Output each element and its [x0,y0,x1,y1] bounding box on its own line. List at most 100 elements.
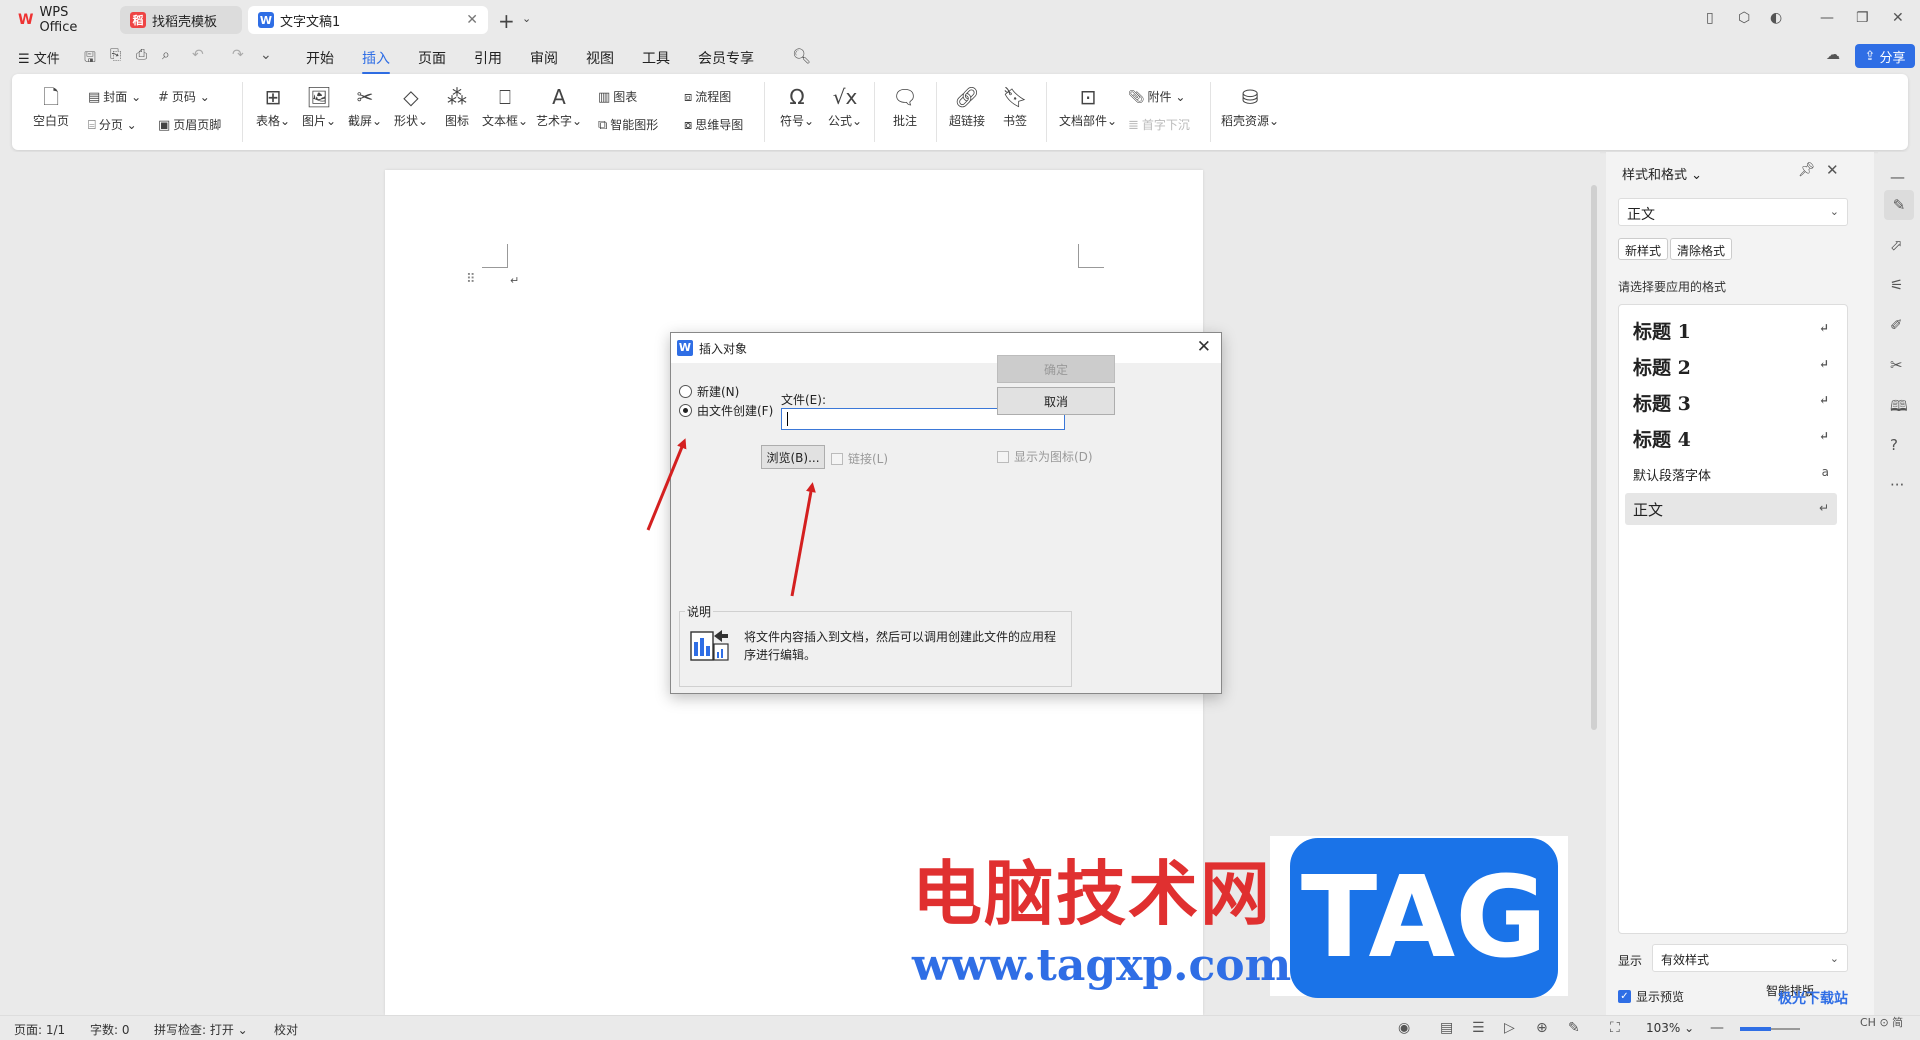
spell-check[interactable]: 拼写检查: 打开 ⌄ [154,1021,248,1038]
help-icon[interactable]: ? [1890,436,1898,454]
page-view-icon[interactable]: ▤ [1440,1020,1453,1036]
share-button[interactable]: ⇪ 分享 [1855,44,1915,68]
icon-button[interactable]: ⁂ 图标 [432,84,482,129]
pen-icon[interactable]: ✎ [1884,190,1914,220]
edit-doc-icon[interactable]: ✐ [1890,316,1903,334]
close-icon[interactable]: ✕ [1826,161,1839,179]
mindmap-button[interactable]: ⧇ 思维导图 [684,116,743,133]
symbol-button[interactable]: Ω 符号⌄ [772,84,822,129]
redo-icon[interactable]: ↷ [232,47,244,63]
list-item[interactable]: 标题 1 ↵ [1625,313,1837,345]
textbox-button[interactable]: ⎕ 文本框⌄ [480,84,530,129]
minimize-icon[interactable]: — [1820,10,1834,26]
hyperlink-button[interactable]: 🔗︎ 超链接 [942,84,992,129]
tab-insert[interactable]: 插入 [362,48,390,74]
blank-page-button[interactable]: 🗋 空白页 [26,84,76,129]
tab-view[interactable]: 视图 [586,48,614,68]
word-count[interactable]: 字数: 0 [90,1021,130,1038]
print-preview-icon[interactable]: ⌕ [162,47,170,63]
save-icon[interactable]: 🖫 [84,47,96,71]
fit-icon[interactable]: ⛶ [1610,1020,1620,1036]
search-icon[interactable]: 🔍︎ [792,47,811,65]
file-menu[interactable]: ☰ 文件 [18,48,60,67]
outline-icon[interactable]: ☰ [1472,1020,1485,1036]
list-item[interactable]: 标题 4 ↵ [1625,421,1837,453]
bookmark-button[interactable]: 🔖︎ 书签 [990,84,1040,129]
zoom-level[interactable]: 103% ⌄ [1646,1021,1694,1035]
smart-graphic-button[interactable]: ⧉ 智能图形 [598,116,658,133]
attachment-button[interactable]: 📎︎ 附件 ⌄ [1128,88,1185,105]
show-style-select[interactable]: 有效样式 ⌄ [1652,944,1848,972]
doc-parts-button[interactable]: ⊡ 文档部件⌄ [1058,84,1118,129]
tab-document[interactable]: W 文字文稿1 ✕ [248,6,488,34]
header-footer-button[interactable]: ▣ 页眉页脚 [158,116,221,133]
book-icon[interactable]: 🕮︎ [1890,396,1908,421]
zoom-slider[interactable] [1740,1027,1800,1031]
radio-create-new[interactable]: 新建(N) [679,383,739,400]
customize-chevron-icon[interactable]: ⌄ [260,47,272,63]
drag-handle-icon[interactable]: ⠿ [466,272,475,287]
chevron-down-icon[interactable]: ⌄ [522,12,531,25]
web-view-icon[interactable]: ⊕ [1536,1020,1548,1036]
list-item[interactable]: 正文 ↵ [1625,493,1837,525]
page-count[interactable]: 页面: 1/1 [14,1021,65,1038]
show-preview-checkbox[interactable]: ✓ 显示预览 [1618,988,1684,1005]
resources-button[interactable]: ⛁ 稻壳资源⌄ [1218,84,1282,129]
current-style-select[interactable]: 正文 ⌄ [1618,198,1848,226]
screenshot-button[interactable]: ✂ 截屏⌄ [340,84,390,129]
tab-member[interactable]: 会员专享 [698,48,754,68]
proofread[interactable]: 校对 [274,1021,298,1038]
undo-icon[interactable]: ↶ [192,47,204,63]
collapse-icon[interactable]: — [1890,168,1905,186]
close-icon[interactable]: ✕ [1197,337,1211,357]
wordart-button[interactable]: A 艺术字⌄ [534,84,584,129]
zoom-out-icon[interactable]: — [1710,1020,1724,1036]
cloud-icon[interactable]: ☁ [1826,47,1840,63]
restore-icon[interactable]: ❐ [1856,10,1869,26]
tab-review[interactable]: 审阅 [530,48,558,68]
show-as-icon-checkbox[interactable]: 显示为图标(D) [997,448,1093,465]
picture-button[interactable]: 🖼︎ 图片⌄ [294,84,344,129]
cube-icon[interactable]: ⬡ [1738,10,1750,26]
scrollbar-thumb[interactable] [1591,185,1597,730]
tab-references[interactable]: 引用 [474,48,502,68]
select-icon[interactable]: ⬀ [1890,236,1903,254]
formula-button[interactable]: √x 公式⌄ [820,84,870,129]
layout-icon[interactable]: ▯ [1706,10,1714,26]
print-icon[interactable]: ⎙ [136,47,147,63]
pin-icon[interactable]: 📌︎ [1798,162,1816,178]
cover-button[interactable]: ▤ 封面 ⌄ [88,88,141,105]
panel-title[interactable]: 样式和格式 ⌄ [1622,164,1702,183]
new-tab-icon[interactable]: + [498,9,515,33]
avatar[interactable]: ◐ [1770,10,1782,26]
dialog-titlebar[interactable]: W 插入对象 ✕ [671,333,1221,363]
list-item[interactable]: 默认段落字体 a [1625,457,1837,489]
flowchart-button[interactable]: ⧈ 流程图 [684,88,731,105]
link-checkbox[interactable]: 链接(L) [831,450,888,467]
cancel-button[interactable]: 取消 [997,387,1115,415]
clear-format-button[interactable]: 清除格式 [1670,238,1733,260]
tools-icon[interactable]: ✂ [1890,356,1903,374]
tab-wps-office[interactable]: W WPS Office [8,5,114,35]
ok-button[interactable]: 确定 [997,355,1115,383]
close-window-icon[interactable]: ✕ [1892,10,1904,26]
shape-button[interactable]: ◇ 形状⌄ [386,84,436,129]
table-button[interactable]: ⊞ 表格⌄ [248,84,298,129]
list-item[interactable]: 标题 2 ↵ [1625,349,1837,381]
sliders-icon[interactable]: ⚟ [1890,276,1903,294]
radio-create-from-file[interactable]: 由文件创建(F) [679,402,773,419]
page-break-button[interactable]: ⌸ 分页 ⌄ [88,116,137,133]
drop-cap-button[interactable]: ≣ 首字下沉 [1128,116,1190,133]
tab-page[interactable]: 页面 [418,48,446,68]
list-item[interactable]: 标题 3 ↵ [1625,385,1837,417]
export-icon[interactable]: ⎘ [110,47,121,63]
more-icon[interactable]: ··· [1890,476,1904,494]
play-icon[interactable]: ▷ [1504,1020,1515,1036]
tab-tools[interactable]: 工具 [642,48,670,68]
vertical-scrollbar[interactable] [1590,155,1598,1015]
eye-icon[interactable]: ◉ [1398,1020,1410,1036]
chart-button[interactable]: ▥ 图表 [598,88,637,105]
page-number-button[interactable]: # 页码 ⌄ [158,88,210,105]
pen-mode-icon[interactable]: ✎ [1568,1020,1580,1036]
tab-template[interactable]: 稻 找稻壳模板 [120,6,242,34]
